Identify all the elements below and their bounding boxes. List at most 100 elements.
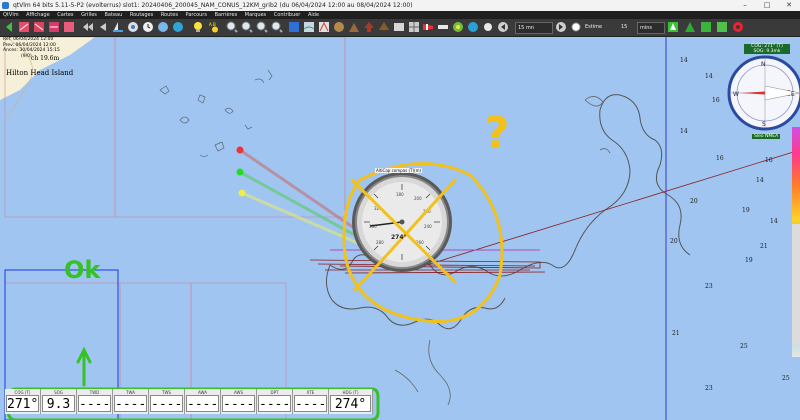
menu-grilles[interactable]: Grilles	[78, 11, 100, 19]
cell-xte: XTE ----	[293, 389, 329, 414]
sog-line: SOG: 9.3mk	[753, 49, 781, 54]
chart-frames	[4, 37, 346, 420]
boat-green-icon[interactable]	[667, 21, 679, 33]
weather-icon[interactable]	[452, 21, 464, 33]
play-back-icon[interactable]	[497, 21, 509, 33]
depth-18: 25	[782, 375, 790, 382]
ruler-icon[interactable]	[437, 21, 449, 33]
grib-flag-icon[interactable]	[18, 21, 30, 33]
cell-sog: SOG 9.3	[41, 389, 77, 414]
step-back-icon[interactable]	[97, 21, 109, 33]
menu-contribuer[interactable]: Contribuer	[271, 11, 304, 19]
contour-icon[interactable]	[333, 21, 345, 33]
route-icon[interactable]	[157, 21, 169, 33]
cell-cog: COG (T) 271°	[5, 389, 41, 414]
compass-rose[interactable]: N E S W	[727, 55, 800, 131]
cell-twa: TWA ----	[113, 389, 149, 414]
cell-twd-value: ----	[78, 395, 111, 412]
menu-routes[interactable]: Routes	[158, 11, 181, 19]
chart-select-icon[interactable]	[288, 21, 300, 33]
windsock-icon[interactable]	[422, 21, 434, 33]
terrain-icon[interactable]	[348, 21, 360, 33]
depth-3: 16	[712, 97, 720, 104]
arrow-up-icon[interactable]	[363, 21, 375, 33]
boat-target-icon[interactable]	[127, 21, 139, 33]
depth-5: 16	[716, 155, 724, 162]
cell-tws: TWS ----	[149, 389, 185, 414]
grib-open-icon[interactable]	[33, 21, 45, 33]
grib-download-icon[interactable]	[48, 21, 60, 33]
maximize-button[interactable]: □	[756, 0, 778, 11]
menu-aide[interactable]: Aide	[305, 11, 322, 19]
menu-parcours[interactable]: Parcours	[183, 11, 210, 19]
time-step-select[interactable]: 15 mn	[515, 22, 553, 34]
alert-icon[interactable]	[684, 21, 696, 33]
lifebuoy-icon[interactable]	[732, 21, 744, 33]
compass-n: N	[761, 61, 766, 68]
grid-icon[interactable]	[408, 21, 420, 33]
boat-sail-icon[interactable]	[112, 21, 124, 33]
zoom-fit-icon[interactable]	[256, 21, 268, 33]
zoom-select-icon[interactable]	[271, 21, 283, 33]
depth-8: 20	[690, 198, 698, 205]
estime-unit-select[interactable]: mins	[637, 22, 665, 34]
menu-routages[interactable]: Routages	[127, 11, 156, 19]
compass-info: COG: 271° (T) SOG: 9.3mk	[744, 44, 790, 54]
marker-yellow[interactable]	[238, 189, 246, 197]
marker-red[interactable]	[236, 146, 244, 154]
clock-icon[interactable]	[142, 21, 154, 33]
cell-hdg: HDG (T) 274°	[329, 389, 373, 414]
menu-marques[interactable]: Marques	[242, 11, 269, 19]
depth-7: 14	[756, 177, 764, 184]
estime-radio-icon[interactable]	[570, 21, 582, 33]
menu-barrieres[interactable]: Barrières	[212, 11, 241, 19]
chart-canvas[interactable]: 14 14 16 14 16 16 14 20 19 14 20 23 19 2…	[0, 37, 800, 420]
chart-map[interactable]: 14 14 16 14 16 16 14 20 19 14 20 23 19 2…	[0, 37, 800, 420]
gauge-tick-240: 240	[424, 224, 432, 229]
window-title: qtVlm 64 bits 5.11-5-P2 (evolterrus) slo…	[13, 2, 413, 9]
vertical-scrollbar[interactable]	[792, 224, 800, 344]
menu-qtvlm[interactable]: QtVlm	[0, 11, 22, 19]
depth-12: 23	[705, 283, 713, 290]
globe-icon[interactable]	[467, 21, 479, 33]
reefs	[159, 69, 273, 157]
depth-6: 16	[765, 157, 773, 164]
grib-compress-icon[interactable]	[63, 21, 75, 33]
cell-awa-value: ----	[186, 395, 219, 412]
depth-16: 23	[705, 385, 713, 392]
map-icon[interactable]	[303, 21, 315, 33]
marker-green[interactable]	[236, 168, 244, 176]
menu-bateau[interactable]: Bateau	[102, 11, 126, 19]
layers-icon[interactable]	[393, 21, 405, 33]
tree-icon[interactable]	[378, 21, 390, 33]
play-forward-icon[interactable]	[555, 21, 567, 33]
measure-label: ch 19.6m	[31, 55, 60, 62]
zoom-out-icon[interactable]	[241, 21, 253, 33]
close-button[interactable]: ✕	[778, 0, 800, 11]
settings-icon[interactable]	[482, 21, 494, 33]
cell-aws-value: ----	[222, 395, 255, 412]
menu-affichage[interactable]: Affichage	[23, 11, 53, 19]
lightbulb-icon[interactable]	[192, 21, 204, 33]
heading-gauge[interactable]: 180 200 220 240 260 280 300 320	[352, 172, 452, 272]
waypoint-icon[interactable]	[172, 21, 184, 33]
depth-15: 25	[740, 343, 748, 350]
menu-cartes[interactable]: Cartes	[54, 11, 76, 19]
cell-dpt-value: ----	[258, 395, 291, 412]
polar-icon[interactable]	[318, 21, 330, 33]
cell-twd: TWD ----	[77, 389, 113, 414]
grib-info-line3: Ances: 30/04/2024 15:15	[3, 48, 60, 53]
back-arrow-icon[interactable]	[3, 21, 15, 33]
gauge-tick-180: 180	[396, 192, 404, 197]
boat-select-icon[interactable]	[700, 21, 712, 33]
zoom-in-icon[interactable]	[226, 21, 238, 33]
gauge-tick-280: 280	[376, 240, 384, 245]
rewind-icon[interactable]	[82, 21, 94, 33]
depth-2: 14	[705, 73, 713, 80]
estime-value[interactable]: 15	[621, 21, 627, 33]
boat-list-icon[interactable]	[716, 21, 728, 33]
sun-icon[interactable]	[210, 25, 220, 34]
gauge-tick-200: 200	[414, 196, 422, 201]
minimize-button[interactable]: –	[734, 0, 756, 11]
depth-1: 14	[680, 57, 688, 64]
